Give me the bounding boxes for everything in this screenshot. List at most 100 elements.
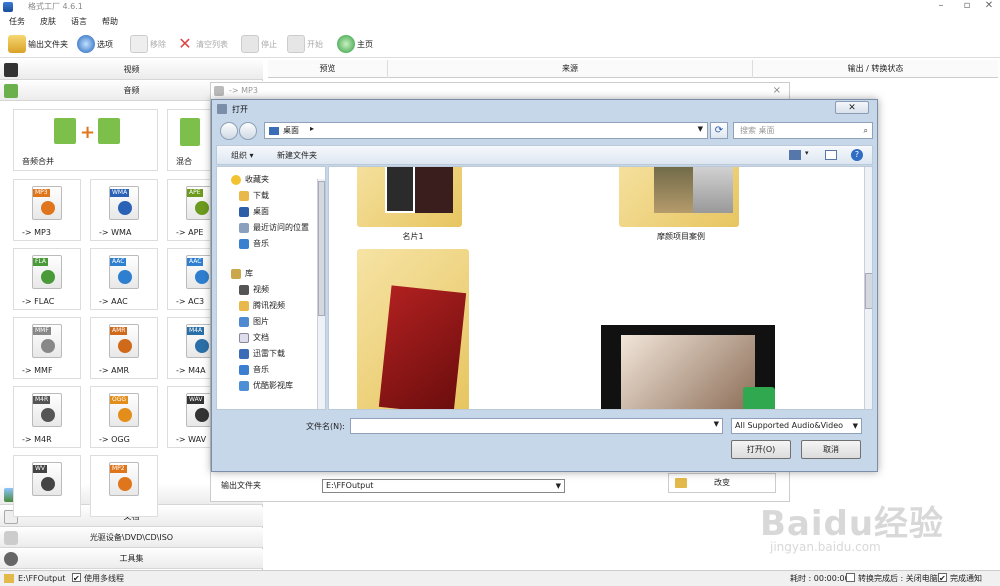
tree-xunlei[interactable]: 迅雷下载 bbox=[239, 347, 285, 361]
folder-thumbnail bbox=[385, 167, 415, 213]
clear-list-button[interactable]: ✕ 清空列表 bbox=[176, 33, 228, 55]
file-label[interactable]: 摩颜项目案例 bbox=[621, 231, 741, 242]
tree-scrollbar[interactable] bbox=[317, 179, 325, 409]
output-folder-select[interactable]: E:\FFOutput ▼ bbox=[322, 479, 565, 493]
help-icon[interactable]: ? bbox=[851, 149, 863, 161]
audio-glyph-icon bbox=[41, 408, 55, 422]
audio-glyph-icon bbox=[195, 339, 209, 353]
back-button[interactable] bbox=[220, 122, 238, 140]
folder-thumbnail bbox=[378, 285, 467, 409]
star-icon bbox=[231, 175, 241, 185]
column-preview[interactable]: 预览 bbox=[268, 60, 388, 78]
format-tag: AAC bbox=[110, 258, 127, 266]
maximize-button[interactable]: ▫ bbox=[956, 0, 978, 12]
category-disc[interactable]: 光驱设备\DVD\CD\ISO bbox=[0, 528, 263, 548]
new-folder-button[interactable]: 新建文件夹 bbox=[277, 150, 317, 161]
file-type-select[interactable]: All Supported Audio&Video ▼ bbox=[731, 418, 862, 434]
forward-button[interactable] bbox=[239, 122, 257, 140]
tile-audio-merge[interactable]: + 音频合并 bbox=[13, 109, 158, 171]
pictures-icon bbox=[239, 317, 249, 327]
chevron-down-icon[interactable]: ▾ bbox=[805, 149, 809, 157]
scroll-thumb[interactable] bbox=[865, 273, 872, 309]
format-tile[interactable]: AMR -> AMR bbox=[90, 317, 158, 379]
folder-moyan[interactable] bbox=[619, 167, 739, 227]
open-button[interactable]: 打开(O) bbox=[731, 440, 791, 459]
tree-videos[interactable]: 视频 bbox=[239, 283, 269, 297]
start-button[interactable]: 开始 bbox=[287, 33, 323, 55]
category-tools[interactable]: 工具集 bbox=[0, 549, 263, 569]
close-icon[interactable]: × bbox=[773, 85, 781, 96]
multithread-option[interactable]: 使用多线程 bbox=[72, 571, 124, 586]
address-bar[interactable]: 桌面 ▸ ▼ bbox=[264, 122, 708, 139]
menu-task[interactable]: 任务 bbox=[0, 14, 31, 27]
output-folder-button[interactable]: 输出文件夹 bbox=[8, 33, 68, 55]
column-output-status[interactable]: 输出 / 转换状态 bbox=[753, 60, 998, 78]
category-video[interactable]: 视频 bbox=[0, 60, 263, 80]
close-button[interactable]: ✕ bbox=[978, 0, 1000, 12]
window-title: 格式工厂 4.6.1 bbox=[28, 2, 83, 11]
format-tile[interactable]: WMA -> WMA bbox=[90, 179, 158, 241]
scroll-thumb[interactable] bbox=[318, 181, 325, 316]
file-scrollbar[interactable] bbox=[864, 167, 872, 409]
chevron-down-icon[interactable]: ▼ bbox=[698, 125, 703, 133]
multithread-checkbox[interactable] bbox=[72, 571, 81, 586]
stop-button[interactable]: 停止 bbox=[241, 33, 277, 55]
tree-favorites[interactable]: 收藏夹 bbox=[231, 173, 269, 187]
file-format-icon: AAC bbox=[109, 255, 139, 289]
format-tile[interactable]: FLA -> FLAC bbox=[13, 248, 81, 310]
library-icon bbox=[231, 269, 241, 279]
music-icon bbox=[54, 118, 76, 144]
home-button[interactable]: 主页 bbox=[337, 33, 373, 55]
audio-glyph-icon bbox=[41, 270, 55, 284]
filename-input[interactable]: ▼ bbox=[350, 418, 723, 434]
tree-library[interactable]: 库 bbox=[231, 267, 253, 281]
status-output-path[interactable]: E:\FFOutput bbox=[18, 571, 65, 586]
file-format-icon: M4R bbox=[32, 393, 62, 427]
cancel-button[interactable]: 取消 bbox=[801, 440, 861, 459]
tree-documents[interactable]: 文档 bbox=[239, 331, 269, 345]
format-tile[interactable]: WV bbox=[13, 455, 81, 517]
elapsed-time: 耗时 : 00:00:00 bbox=[790, 574, 850, 583]
tree-recent[interactable]: 最近访问的位置 bbox=[239, 221, 309, 235]
format-tile[interactable]: M4R -> M4R bbox=[13, 386, 81, 448]
shutdown-checkbox[interactable] bbox=[846, 573, 855, 582]
tree-pictures[interactable]: 图片 bbox=[239, 315, 269, 329]
menu-help[interactable]: 帮助 bbox=[93, 14, 124, 27]
tree-music-lib[interactable]: 音乐 bbox=[239, 363, 269, 377]
organize-button[interactable]: 组织 ▾ bbox=[231, 150, 254, 161]
notify-option[interactable]: 完成通知 bbox=[938, 571, 982, 586]
tree-music-fav[interactable]: 音乐 bbox=[239, 237, 269, 251]
video-file-thumbnail[interactable] bbox=[601, 325, 775, 409]
tree-youku[interactable]: 优酷影视库 bbox=[239, 379, 293, 393]
remove-button[interactable]: 移除 bbox=[130, 33, 166, 55]
menu-bar: 任务 皮肤 语言 帮助 bbox=[0, 14, 1000, 30]
format-tile[interactable]: MP2 bbox=[90, 455, 158, 517]
column-source[interactable]: 来源 bbox=[388, 60, 753, 78]
menu-skin[interactable]: 皮肤 bbox=[31, 14, 62, 27]
view-icon[interactable] bbox=[789, 150, 801, 160]
format-tile[interactable]: OGG -> OGG bbox=[90, 386, 158, 448]
options-button[interactable]: 选项 bbox=[77, 33, 113, 55]
tree-desktop[interactable]: 桌面 bbox=[239, 205, 269, 219]
shutdown-option[interactable]: 转换完成后 : 关闭电脑 bbox=[846, 571, 938, 586]
search-input[interactable]: 搜索 桌面 ⌕ bbox=[733, 122, 873, 139]
tools-icon bbox=[4, 552, 18, 566]
format-tile[interactable]: AAC -> AAC bbox=[90, 248, 158, 310]
file-format-icon: MMF bbox=[32, 324, 62, 358]
preview-pane-icon[interactable] bbox=[825, 150, 837, 160]
notify-checkbox[interactable] bbox=[938, 571, 947, 586]
tile-label: -> AAC bbox=[99, 297, 128, 306]
audio-glyph-icon bbox=[41, 477, 55, 491]
folder-red-poster[interactable] bbox=[357, 249, 469, 409]
format-tile[interactable]: MMF -> MMF bbox=[13, 317, 81, 379]
tree-downloads[interactable]: 下载 bbox=[239, 189, 269, 203]
tree-tencent-video[interactable]: 腾讯视频 bbox=[239, 299, 285, 313]
file-label[interactable]: 名片1 bbox=[353, 231, 473, 242]
app-icon bbox=[3, 2, 13, 12]
refresh-button[interactable]: ⟳ bbox=[710, 122, 728, 139]
minimize-button[interactable]: – bbox=[930, 0, 952, 12]
folder-mingpian[interactable] bbox=[357, 167, 462, 227]
menu-language[interactable]: 语言 bbox=[62, 14, 93, 27]
dialog-close-button[interactable]: ✕ bbox=[835, 101, 869, 114]
format-tile[interactable]: MP3 -> MP3 bbox=[13, 179, 81, 241]
